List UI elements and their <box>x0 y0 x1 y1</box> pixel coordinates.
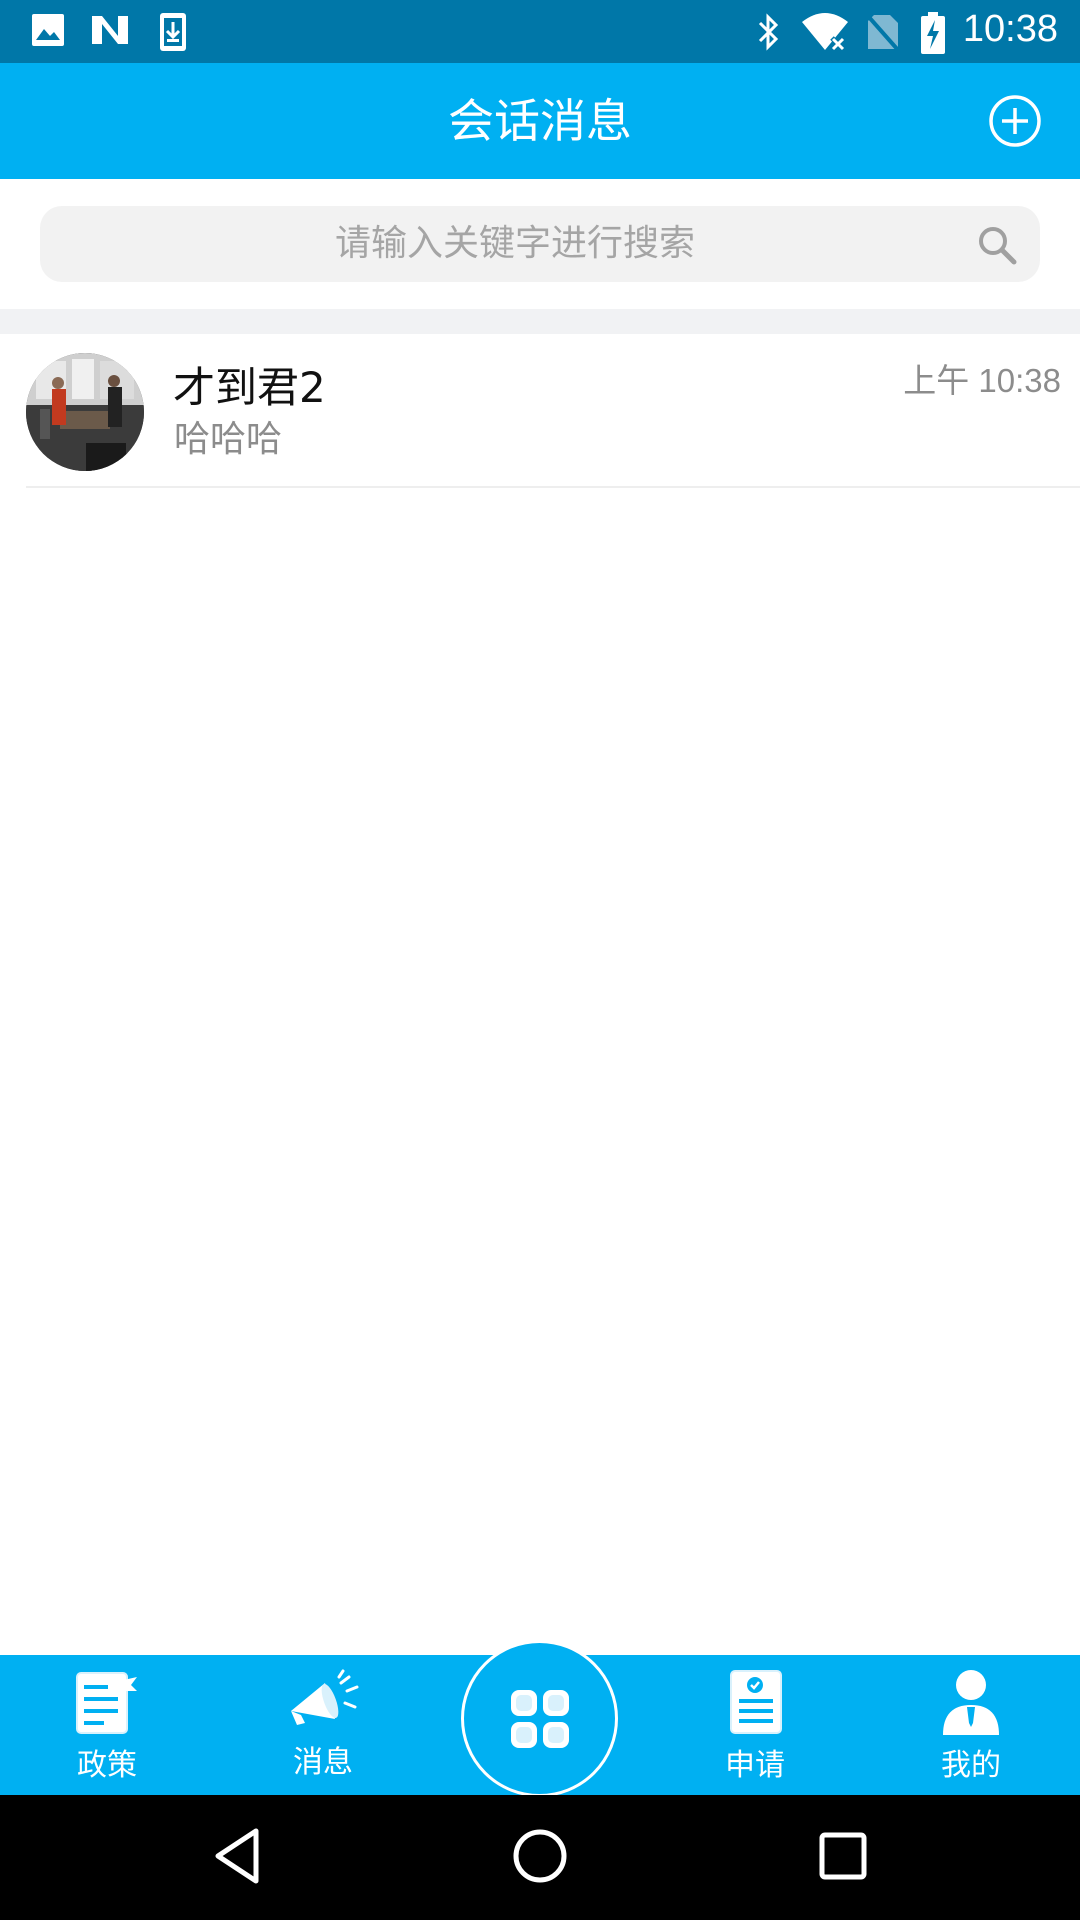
status-time: 10:38 <box>962 8 1058 50</box>
search-area: 请输入关键字进行搜索 <box>0 179 1080 309</box>
status-bar: 10:38 <box>0 0 1080 63</box>
avatar[interactable] <box>26 353 144 471</box>
plus-circle-icon <box>989 95 1041 147</box>
home-icon[interactable] <box>511 1827 569 1885</box>
page-title: 会话消息 <box>448 94 632 148</box>
search-placeholder: 请输入关键字进行搜索 <box>334 223 695 264</box>
battery-charging-icon <box>921 12 945 54</box>
conversation-time: 上午 10:38 <box>903 362 1061 399</box>
grid-apps-icon <box>511 1690 569 1748</box>
nav-item-mine[interactable]: 我的 <box>881 1655 1061 1795</box>
nav-label-apply: 申请 <box>725 1748 785 1783</box>
add-button[interactable] <box>988 94 1042 148</box>
bluetooth-icon <box>758 13 779 51</box>
center-apps-button[interactable] <box>461 1640 618 1797</box>
row-divider <box>26 486 1080 488</box>
search-icon[interactable] <box>976 224 1018 266</box>
conversation-name: 才到君2 <box>173 363 326 412</box>
conversation-item[interactable]: 才到君2 哈哈哈 上午 10:38 <box>0 334 1080 488</box>
user-profile-icon <box>943 1670 999 1735</box>
nav-label-mine: 我的 <box>941 1748 1001 1783</box>
search-input[interactable]: 请输入关键字进行搜索 <box>40 206 1040 282</box>
conversation-preview: 哈哈哈 <box>174 419 283 460</box>
nav-label-policy: 政策 <box>77 1748 137 1783</box>
policy-document-icon <box>76 1672 137 1734</box>
nav-item-apply[interactable]: 申请 <box>665 1655 845 1795</box>
download-notification-icon <box>160 13 186 51</box>
no-sim-icon <box>866 14 900 52</box>
nav-label-messages: 消息 <box>293 1745 353 1780</box>
nav-item-messages[interactable]: 消息 <box>233 1655 413 1795</box>
recent-apps-icon[interactable] <box>818 1827 868 1885</box>
wifi-icon <box>802 13 848 52</box>
n-notification-icon <box>92 16 128 44</box>
nav-item-policy[interactable]: 政策 <box>17 1655 197 1795</box>
megaphone-icon <box>291 1669 359 1725</box>
section-divider <box>0 309 1080 334</box>
photo-avatar-icon <box>26 353 144 471</box>
header-bar: 会话消息 <box>0 63 1080 179</box>
back-icon[interactable] <box>212 1827 262 1885</box>
system-nav-bar <box>0 1795 1080 1920</box>
image-notification-icon <box>32 14 64 46</box>
application-clipboard-icon <box>730 1670 782 1734</box>
